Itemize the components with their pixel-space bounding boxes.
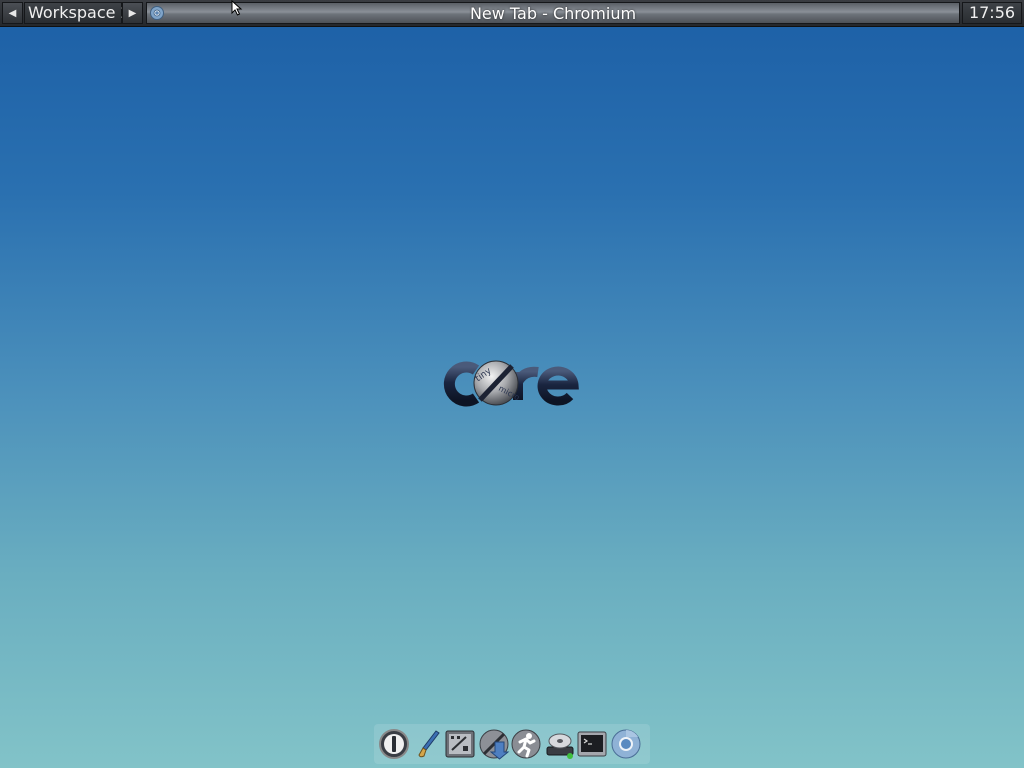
control-panel-icon[interactable] xyxy=(444,728,476,760)
wbar-dock xyxy=(374,724,650,764)
window-title: New Tab - Chromium xyxy=(469,4,637,23)
chromium-icon[interactable] xyxy=(610,728,642,760)
arrow-left-icon: ◀ xyxy=(8,7,17,19)
paintbrush-icon[interactable] xyxy=(412,728,444,760)
workspace-prev-button[interactable]: ◀ xyxy=(2,2,23,24)
taskbar-window-button[interactable]: New Tab - Chromium xyxy=(146,2,960,24)
tinycore-logo: tiny micro xyxy=(443,360,579,407)
arrow-right-icon: ▶ xyxy=(128,7,137,19)
clock[interactable]: 17:56 xyxy=(962,2,1022,24)
terminal-icon[interactable] xyxy=(576,728,608,760)
mount-tool-icon[interactable] xyxy=(544,728,576,760)
top-panel: ◀ Workspace 2 ▶ New Tab - Chromium 17:56 xyxy=(0,0,1024,27)
workspace-next-button[interactable]: ▶ xyxy=(122,2,143,24)
power-icon[interactable] xyxy=(378,728,410,760)
run-icon[interactable] xyxy=(510,728,542,760)
app-install-icon[interactable] xyxy=(478,728,510,760)
workspace-label[interactable]: Workspace 2 xyxy=(24,2,131,24)
mouse-cursor-icon xyxy=(231,0,243,16)
